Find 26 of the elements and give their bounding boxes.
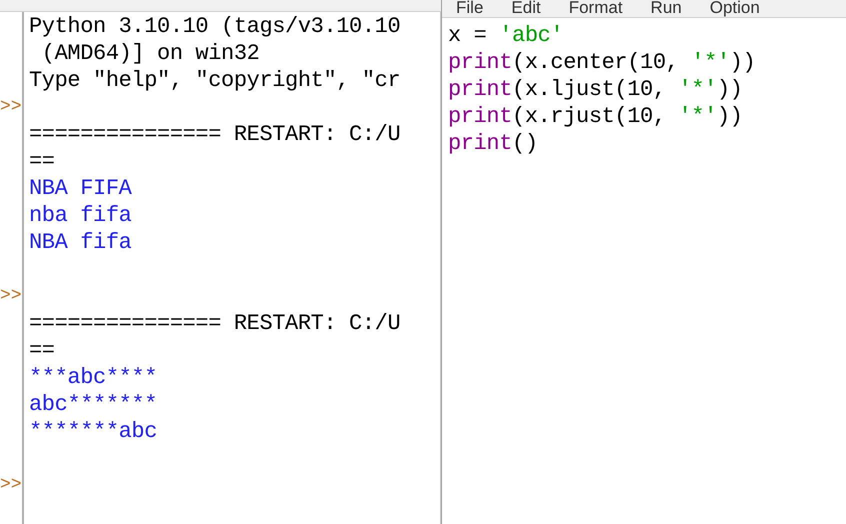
shell-line: =============== RESTART: C:/U <box>29 311 400 336</box>
shell-line: Type "help", "copyright", "cr <box>29 68 400 93</box>
prompt-marker: >> <box>0 96 22 119</box>
menu-item[interactable]: File <box>456 0 484 17</box>
shell-line: NBA fifa <box>29 230 132 255</box>
code-line: x = 'abc' <box>448 22 564 49</box>
shell-line: Python 3.10.10 (tags/v3.10.10 <box>29 14 400 39</box>
code-line: print(x.center(10, '*')) <box>448 49 756 76</box>
shell-line: abc******* <box>29 392 158 417</box>
menu-item[interactable]: Run <box>650 0 682 17</box>
shell-line: =============== RESTART: C:/U <box>29 122 400 147</box>
prompt-marker: >> <box>0 285 22 308</box>
shell-line: (AMD64)] on win32 <box>40 41 260 66</box>
shell-line: ***abc**** <box>29 365 158 390</box>
shell-line: == <box>29 149 55 174</box>
code-line: print() <box>448 130 538 157</box>
menu-item[interactable]: Option <box>710 0 760 17</box>
shell-line: *******abc <box>29 419 158 444</box>
shell-line: NBA FIFA <box>29 176 132 201</box>
prompt-marker: >> <box>0 474 22 497</box>
menu-item[interactable]: Edit <box>511 0 541 17</box>
code-line: print(x.rjust(10, '*')) <box>448 103 742 130</box>
code-line: print(x.ljust(10, '*')) <box>448 76 742 103</box>
shell-line: == <box>29 338 55 363</box>
shell-line: nba fifa <box>29 203 132 228</box>
menu-item[interactable]: Format <box>568 0 623 17</box>
